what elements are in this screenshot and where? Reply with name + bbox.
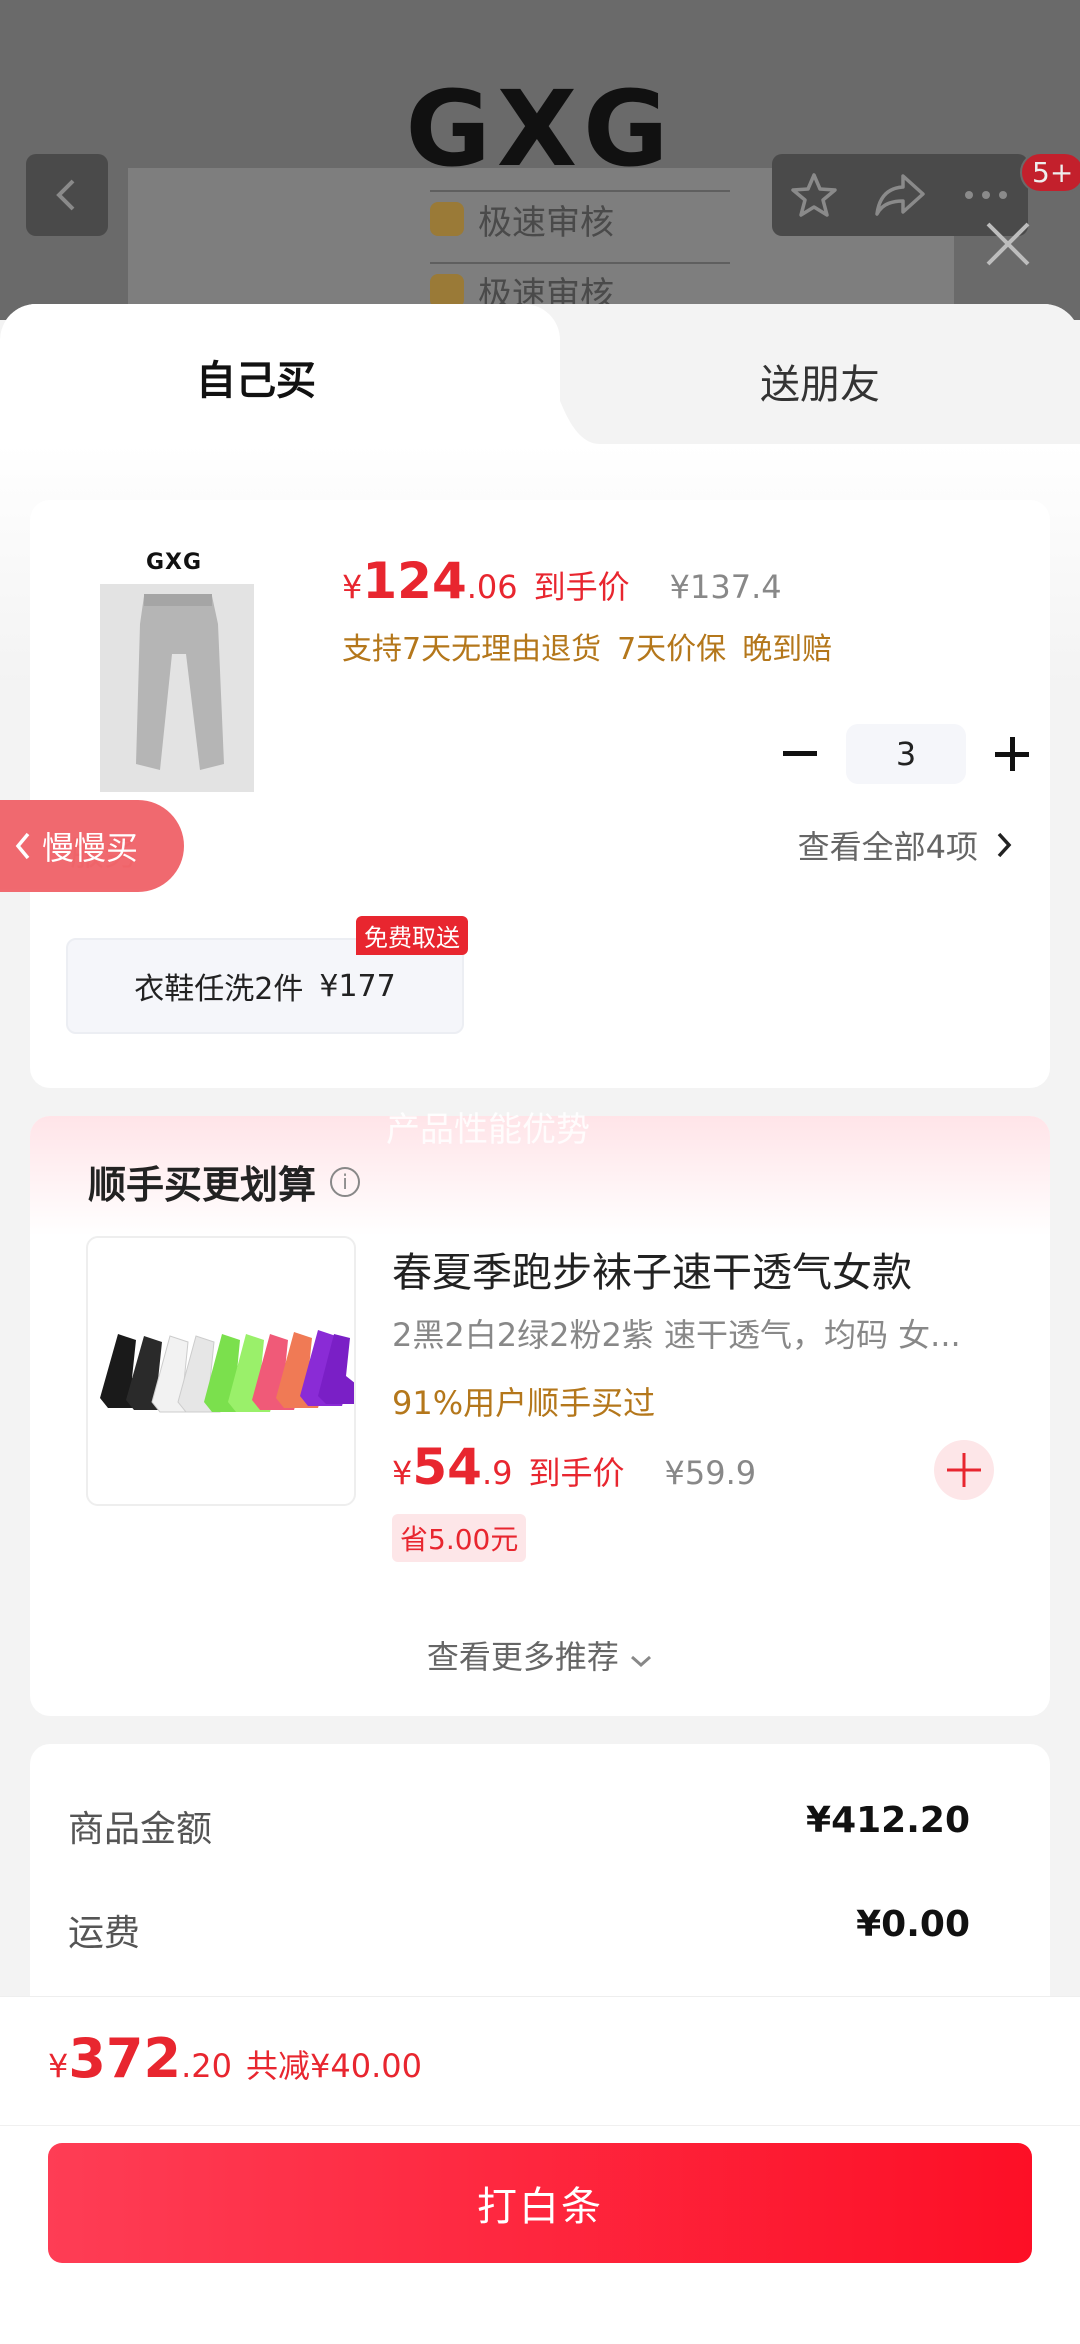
recommend-product-name[interactable]: 春夏季跑步袜子速干透气女款 xyxy=(392,1240,912,1298)
star-icon[interactable] xyxy=(789,170,839,220)
background-feature-row: 极速审核 xyxy=(430,190,730,246)
tab-self-buy[interactable]: 自己买 xyxy=(0,304,600,444)
product-card: GXG ¥124.06 到手价 ¥137.4 支持7天无理由退货 7天价保 晚到赔 3 … xyxy=(30,500,1050,1088)
notification-badge: 5+ xyxy=(1020,152,1080,193)
info-icon[interactable]: i xyxy=(330,1166,361,1197)
rec-price-decimal: .9 xyxy=(481,1454,513,1492)
service-item-name: 衣鞋任洗2件 xyxy=(134,972,304,1007)
purchase-tabs: 自己买 送朋友 xyxy=(0,304,1080,444)
minus-icon xyxy=(783,751,817,756)
view-all-label: 查看全部4项 xyxy=(797,828,978,866)
goods-amount-label: 商品金额 xyxy=(68,1809,213,1850)
more-icon[interactable] xyxy=(961,185,1011,205)
product-image-logo: GXG xyxy=(145,550,203,575)
promise-late-compensation: 晚到赔 xyxy=(742,632,833,667)
quantity-stepper: 3 xyxy=(772,724,1040,784)
rec-price-currency: ¥ xyxy=(392,1454,413,1492)
service-promises: 支持7天无理由退货 7天价保 晚到赔 xyxy=(342,624,848,668)
total-currency: ¥ xyxy=(48,2047,69,2085)
rec-price-label: 到手价 xyxy=(528,1454,625,1492)
check-icon xyxy=(430,274,464,308)
rec-original-price: ¥59.9 xyxy=(664,1454,757,1492)
more-recommend-label: 查看更多推荐 xyxy=(426,1638,619,1676)
recommend-product-subtitle: 2黑2白2绿2粉2紫 速干透气，均码 女... xyxy=(392,1316,961,1354)
share-icon[interactable] xyxy=(873,170,927,220)
watermark-text: 产品性能优势 xyxy=(386,1110,590,1150)
recommend-percent: 91%用户顺手买过 xyxy=(392,1384,656,1422)
back-button[interactable] xyxy=(26,154,108,236)
price-currency: ¥ xyxy=(342,568,363,606)
shipping-row: 运费 ¥0.00 xyxy=(68,1904,970,1956)
more-recommend-link[interactable]: 查看更多推荐 xyxy=(30,1632,1050,1678)
divider xyxy=(0,2125,1080,2126)
price-label: 到手价 xyxy=(533,568,630,606)
plus-icon xyxy=(947,1453,981,1487)
total-price: ¥372.20 共减¥40.00 xyxy=(48,2027,422,2090)
chevron-right-icon xyxy=(997,832,1012,858)
chevron-down-icon xyxy=(631,1655,652,1668)
pants-image xyxy=(100,584,254,792)
check-icon xyxy=(430,202,464,236)
price-decimal: .06 xyxy=(466,568,518,606)
plus-icon xyxy=(995,737,1029,771)
rec-price-integer: 54 xyxy=(412,1438,482,1496)
goods-amount-row: 商品金额 ¥412.20 xyxy=(68,1800,970,1852)
recommend-title-text: 顺手买更划算 xyxy=(88,1163,317,1207)
savings-badge: 省5.00元 xyxy=(392,1514,527,1562)
total-decimal: .20 xyxy=(181,2047,232,2085)
chevron-left-icon xyxy=(15,832,30,860)
free-pickup-tag: 免费取送 xyxy=(356,916,468,955)
promise-return: 支持7天无理由退货 xyxy=(342,632,602,667)
tab-self-buy-label: 自己买 xyxy=(196,358,316,404)
price-integer: 124 xyxy=(362,552,467,610)
goods-amount-value: ¥412.20 xyxy=(806,1800,970,1841)
add-recommend-button[interactable] xyxy=(934,1440,994,1500)
shipping-value: ¥0.00 xyxy=(856,1904,970,1945)
checkout-bar: ¥372.20 共减¥40.00 打白条 xyxy=(0,1996,1080,2344)
product-image[interactable]: GXG xyxy=(94,550,254,796)
view-all-services[interactable]: 查看全部4项 xyxy=(798,822,1012,868)
decrease-button[interactable] xyxy=(772,726,828,782)
original-price: ¥137.4 xyxy=(669,568,782,606)
slow-buy-tab[interactable]: 慢慢买 xyxy=(0,800,184,892)
total-integer: 372 xyxy=(68,2027,182,2090)
service-item-price: ¥177 xyxy=(319,968,396,1004)
close-icon[interactable] xyxy=(980,216,1036,272)
background-page: 极速审核 极速审核 GXG 5+ xyxy=(0,0,1080,320)
tab-gift-friend[interactable]: 送朋友 xyxy=(760,352,880,410)
slow-buy-label: 慢慢买 xyxy=(42,829,139,867)
promise-price-protect: 7天价保 xyxy=(617,632,727,667)
increase-button[interactable] xyxy=(984,726,1040,782)
recommend-price: ¥54.9 到手价 ¥59.9 xyxy=(392,1438,756,1496)
recommend-card: 产品性能优势 顺手买更划算 i 春夏季跑步袜子速干透气女款 2黑2白2绿2粉2紫… xyxy=(30,1110,1050,1716)
total-reduction: 共减¥40.00 xyxy=(245,2047,422,2085)
tab-curve xyxy=(480,304,600,444)
shipping-label: 运费 xyxy=(68,1913,141,1954)
product-price: ¥124.06 到手价 ¥137.4 xyxy=(342,552,782,610)
recommend-title: 顺手买更划算 i xyxy=(88,1154,361,1209)
chevron-left-icon xyxy=(56,179,75,211)
quantity-value[interactable]: 3 xyxy=(846,724,966,784)
socks-image[interactable] xyxy=(86,1236,356,1506)
pay-button[interactable]: 打白条 xyxy=(48,2143,1032,2263)
